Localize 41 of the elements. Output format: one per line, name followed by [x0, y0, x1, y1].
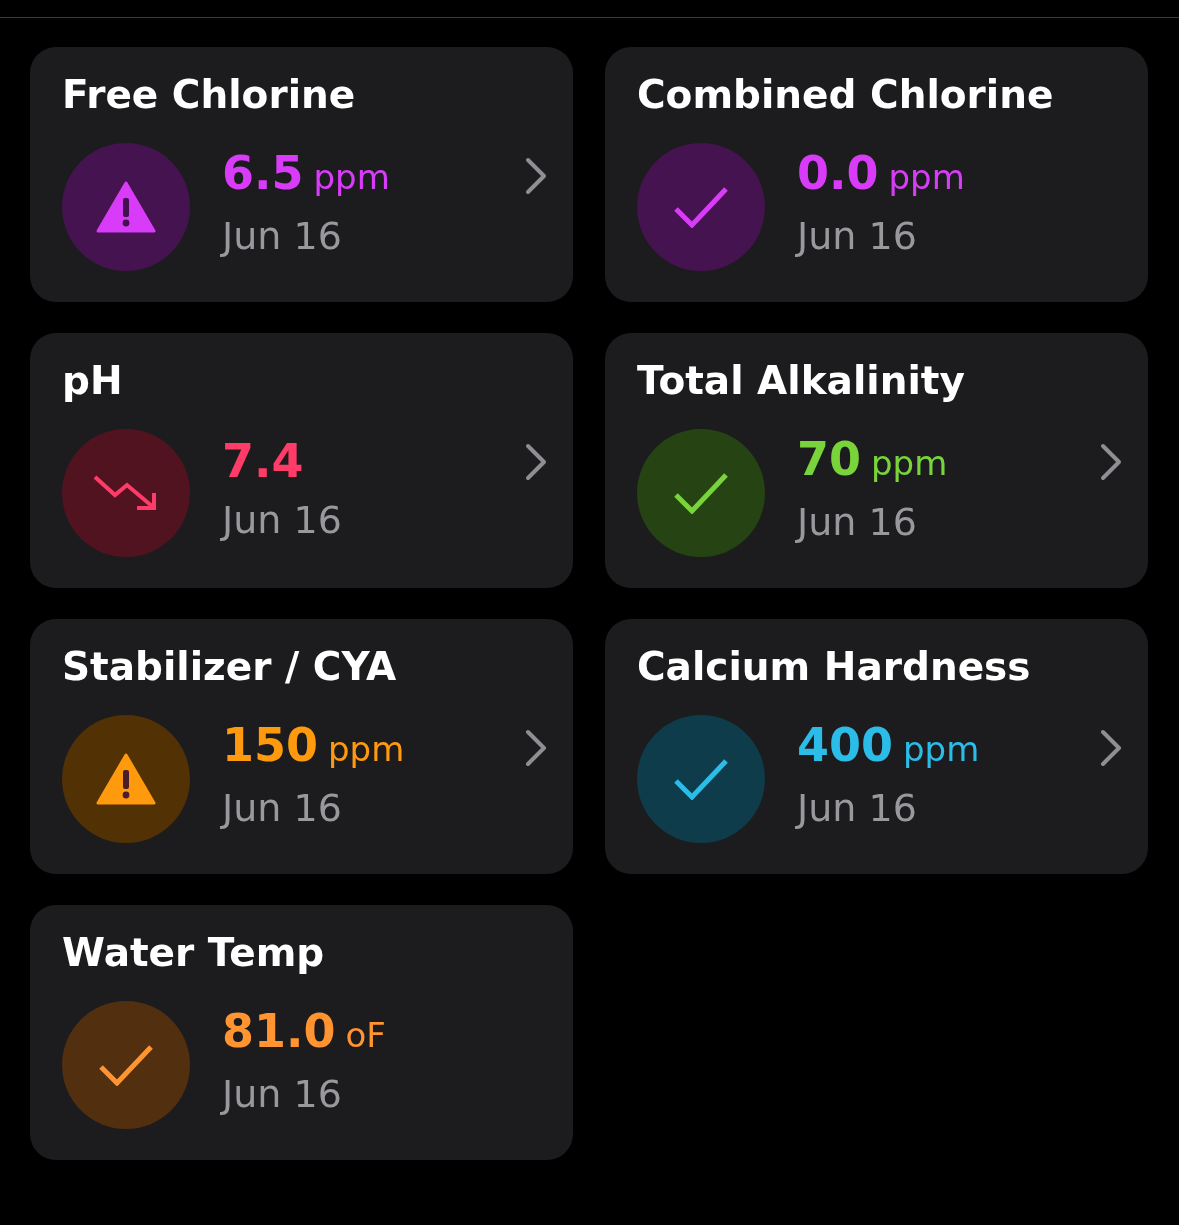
card-title: Stabilizer / CYA: [62, 643, 397, 691]
reading-date: Jun 16: [797, 499, 918, 546]
card-title: Free Chlorine: [62, 71, 356, 119]
reading-date: Jun 16: [797, 213, 918, 260]
reading-unit: ppm: [871, 442, 948, 485]
checkmark-icon: [673, 758, 729, 800]
reading-date: Jun 16: [222, 1071, 343, 1118]
reading-date: Jun 16: [222, 785, 343, 832]
metric-card[interactable]: pH 7.4 Jun 16: [30, 333, 573, 588]
reading-date: Jun 16: [222, 497, 342, 544]
warning-icon: [96, 181, 156, 233]
reading-value: 81.0: [222, 1003, 336, 1060]
trend-down-icon: [93, 474, 159, 512]
reading-value: 70: [797, 431, 861, 488]
checkmark-icon: [98, 1044, 154, 1086]
reading-value: 150: [222, 717, 319, 774]
card-title: Total Alkalinity: [637, 357, 965, 405]
card-title: Water Temp: [62, 929, 325, 977]
metric-card[interactable]: Total Alkalinity 70 ppm Jun 16: [605, 333, 1148, 588]
reading-date: Jun 16: [222, 213, 343, 260]
card-title: Combined Chlorine: [637, 71, 1054, 119]
reading-value: 6.5: [222, 145, 304, 202]
reading-unit: ppm: [903, 728, 980, 771]
reading-date: Jun 16: [797, 785, 918, 832]
metric-card[interactable]: Stabilizer / CYA 150 ppm Jun 16: [30, 619, 573, 874]
reading-unit: ppm: [888, 156, 965, 199]
metric-card[interactable]: Water Temp 81.0 oF Jun 16: [30, 905, 573, 1160]
reading-value: 400: [797, 717, 894, 774]
checkmark-icon: [673, 472, 729, 514]
reading-unit: oF: [345, 1014, 386, 1057]
metric-card[interactable]: Calcium Hardness 400 ppm Jun 16: [605, 619, 1148, 874]
reading-unit: ppm: [313, 156, 390, 199]
reading-value: 7.4: [222, 433, 304, 490]
reading-value: 0.0: [797, 145, 879, 202]
card-title: Calcium Hardness: [637, 643, 1031, 691]
reading-unit: ppm: [328, 728, 405, 771]
metric-card[interactable]: Free Chlorine 6.5 ppm Jun 16: [30, 47, 573, 302]
card-title: pH: [62, 357, 123, 405]
warning-icon: [96, 753, 156, 805]
metric-card[interactable]: Combined Chlorine 0.0 ppm Jun 16: [605, 47, 1148, 302]
checkmark-icon: [673, 186, 729, 228]
